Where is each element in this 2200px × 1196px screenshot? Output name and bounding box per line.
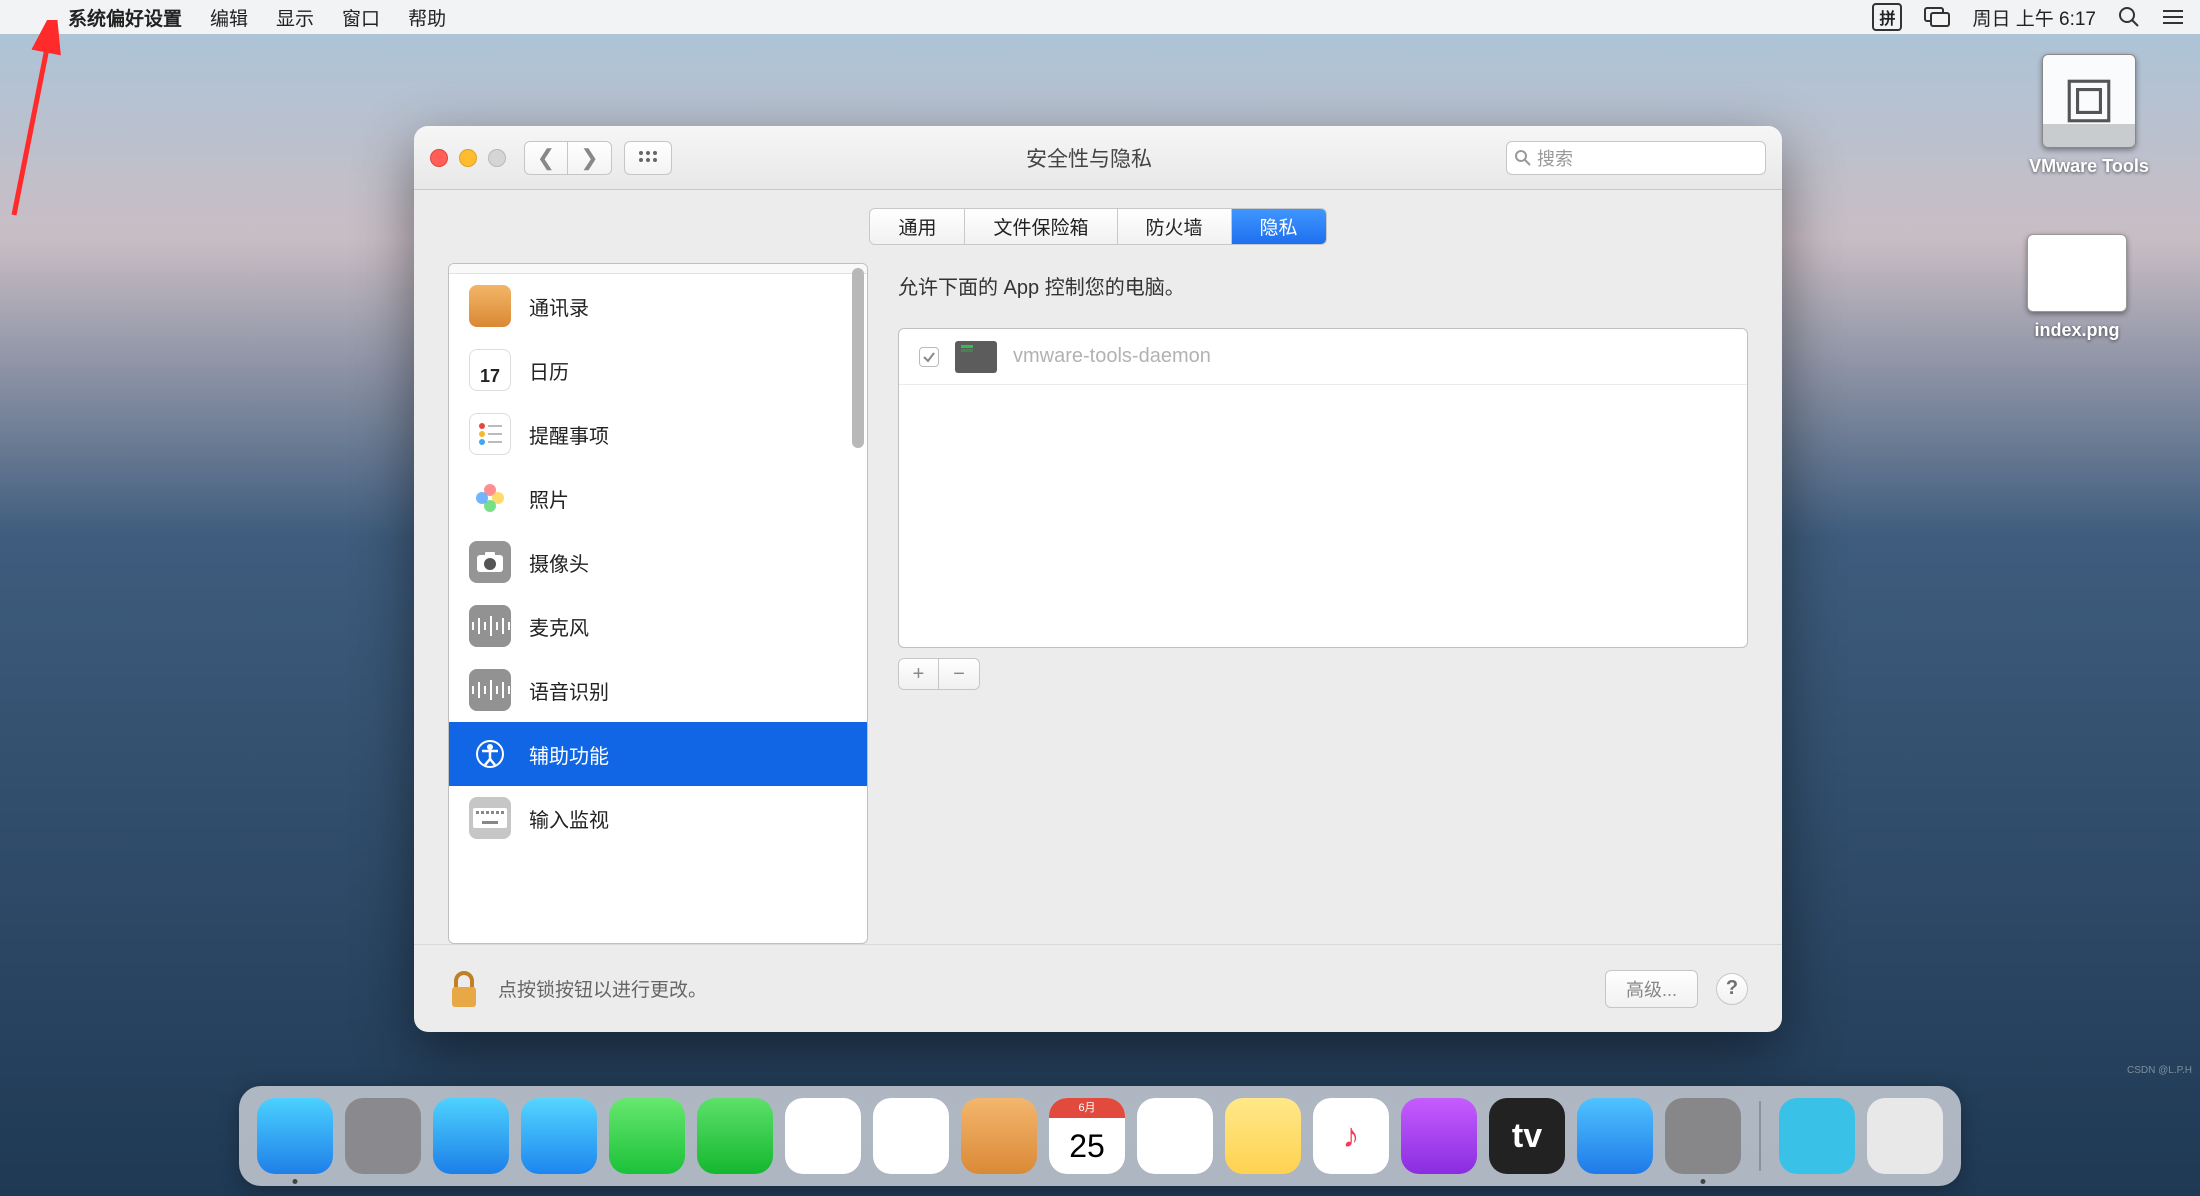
sidebar-item-calendar[interactable]: 17 日历 [449, 338, 867, 402]
forward-button[interactable]: ❯ [568, 141, 612, 175]
window-footer: 点按锁按钮以进行更改。 高级... ? [414, 944, 1782, 1032]
tab-firewall[interactable]: 防火墙 [1118, 209, 1232, 244]
app-name: vmware-tools-daemon [1013, 345, 1211, 368]
sidebar-item-microphone[interactable]: 麦克风 [449, 594, 867, 658]
menu-view[interactable]: 显示 [262, 4, 328, 31]
sidebar-item-accessibility[interactable]: 辅助功能 [449, 722, 867, 786]
tab-filevault[interactable]: 文件保险箱 [965, 209, 1117, 244]
sidebar-item-reminders[interactable]: 提醒事项 [449, 402, 867, 466]
menu-window[interactable]: 窗口 [328, 4, 394, 31]
tab-privacy[interactable]: 隐私 [1232, 209, 1326, 244]
sidebar-item-contacts[interactable]: 通讯录 [449, 274, 867, 338]
menubar: 系统偏好设置 编辑 显示 窗口 帮助 拼 周日 上午 6:17 [0, 0, 2200, 34]
zoom-button [488, 149, 506, 167]
spotlight-icon[interactable] [2118, 6, 2140, 28]
desktop-icon-vmware-tools[interactable]: VMware Tools [2024, 54, 2154, 177]
sidebar-item-label: 日历 [529, 356, 569, 385]
search-placeholder: 搜索 [1537, 145, 1573, 171]
keyboard-icon [469, 797, 511, 839]
app-list: vmware-tools-daemon [898, 328, 1748, 648]
window-title: 安全性与隐私 [684, 143, 1494, 173]
sidebar-item-label: 提醒事项 [529, 420, 609, 449]
tab-general[interactable]: 通用 [870, 209, 965, 244]
microphone-icon [469, 605, 511, 647]
reminders-icon [469, 413, 511, 455]
remove-app-button[interactable]: − [939, 659, 979, 689]
speech-icon [469, 669, 511, 711]
contacts-icon [469, 285, 511, 327]
dock-music[interactable]: ♪ [1313, 1098, 1389, 1174]
sidebar-item-label: 麦克风 [529, 612, 589, 641]
desktop-icon-index-png[interactable]: index.png [2012, 234, 2142, 341]
add-app-button[interactable]: + [899, 659, 939, 689]
desktop-icon-label: index.png [2012, 320, 2142, 341]
menu-edit[interactable]: 编辑 [196, 4, 262, 31]
dock-downloads[interactable] [1779, 1098, 1855, 1174]
sidebar-scrollbar[interactable] [851, 266, 865, 639]
input-method-icon[interactable]: 拼 [1872, 3, 1902, 31]
sidebar-item-input-monitoring[interactable]: 输入监视 [449, 786, 867, 850]
sidebar-item-label: 辅助功能 [529, 740, 609, 769]
dock-photos[interactable] [873, 1098, 949, 1174]
dock-mail[interactable] [521, 1098, 597, 1174]
sidebar-item-camera[interactable]: 摄像头 [449, 530, 867, 594]
sidebar-item-label: 通讯录 [529, 292, 589, 321]
dock-contacts[interactable] [961, 1098, 1037, 1174]
sidebar-item-label: 照片 [529, 484, 569, 513]
advanced-button[interactable]: 高级... [1605, 970, 1698, 1008]
screen-mirroring-icon[interactable] [1924, 7, 1950, 27]
accessibility-icon [469, 733, 511, 775]
lock-icon[interactable] [448, 969, 480, 1009]
dock-facetime[interactable] [609, 1098, 685, 1174]
panel-title: 允许下面的 App 控制您的电脑。 [898, 263, 1748, 328]
calendar-icon: 17 [469, 349, 511, 391]
terminal-icon [955, 341, 997, 373]
watermark: CSDN @L.P.H [2127, 1065, 2192, 1076]
dock-appstore[interactable] [1577, 1098, 1653, 1174]
tab-bar: 通用 文件保险箱 防火墙 隐私 [414, 190, 1782, 253]
close-button[interactable] [430, 149, 448, 167]
app-checkbox[interactable] [919, 347, 939, 367]
camera-icon [469, 541, 511, 583]
annotation-arrow [9, 20, 69, 220]
search-field[interactable]: 搜索 [1506, 141, 1766, 175]
dock-launchpad[interactable] [345, 1098, 421, 1174]
dock-tv[interactable]: tv [1489, 1098, 1565, 1174]
photos-icon [469, 477, 511, 519]
datetime[interactable]: 周日 上午 6:17 [1972, 4, 2096, 31]
window-toolbar: ❮ ❯ 安全性与隐私 搜索 [414, 126, 1782, 190]
dock-podcasts[interactable] [1401, 1098, 1477, 1174]
sidebar-item-partial[interactable] [449, 264, 867, 274]
minimize-button[interactable] [459, 149, 477, 167]
notification-center-icon[interactable] [2162, 8, 2184, 26]
sidebar-item-label: 语音识别 [529, 676, 609, 705]
privacy-category-sidebar: 通讯录 17 日历 提醒事项 照片 摄像头 [448, 263, 868, 944]
dock-notes[interactable] [1225, 1098, 1301, 1174]
dock-reminders[interactable] [1137, 1098, 1213, 1174]
desktop-icon-label: VMware Tools [2024, 156, 2154, 177]
dock-finder[interactable] [257, 1098, 333, 1174]
lock-text: 点按锁按钮以进行更改。 [498, 975, 1587, 1002]
preferences-window: ❮ ❯ 安全性与隐私 搜索 通用 文件保险箱 防火墙 隐私 通讯录 [414, 126, 1782, 1032]
dock-settings[interactable] [1665, 1098, 1741, 1174]
sidebar-item-photos[interactable]: 照片 [449, 466, 867, 530]
dock-calendar[interactable]: 6月25 [1049, 1098, 1125, 1174]
help-button[interactable]: ? [1716, 973, 1748, 1005]
dock-maps[interactable] [785, 1098, 861, 1174]
dock-trash[interactable] [1867, 1098, 1943, 1174]
dock-messages[interactable] [697, 1098, 773, 1174]
sidebar-item-label: 输入监视 [529, 804, 609, 833]
back-button[interactable]: ❮ [524, 141, 568, 175]
menu-help[interactable]: 帮助 [394, 4, 460, 31]
app-row[interactable]: vmware-tools-daemon [899, 329, 1747, 385]
dock-separator [1759, 1101, 1761, 1171]
show-all-button[interactable] [624, 141, 672, 175]
sidebar-item-speech[interactable]: 语音识别 [449, 658, 867, 722]
dock: 6月25 ♪ tv [239, 1086, 1961, 1186]
app-menu[interactable]: 系统偏好设置 [54, 4, 196, 31]
dock-safari[interactable] [433, 1098, 509, 1174]
right-panel: 允许下面的 App 控制您的电脑。 vmware-tools-daemon + … [898, 263, 1748, 944]
sidebar-item-label: 摄像头 [529, 548, 589, 577]
